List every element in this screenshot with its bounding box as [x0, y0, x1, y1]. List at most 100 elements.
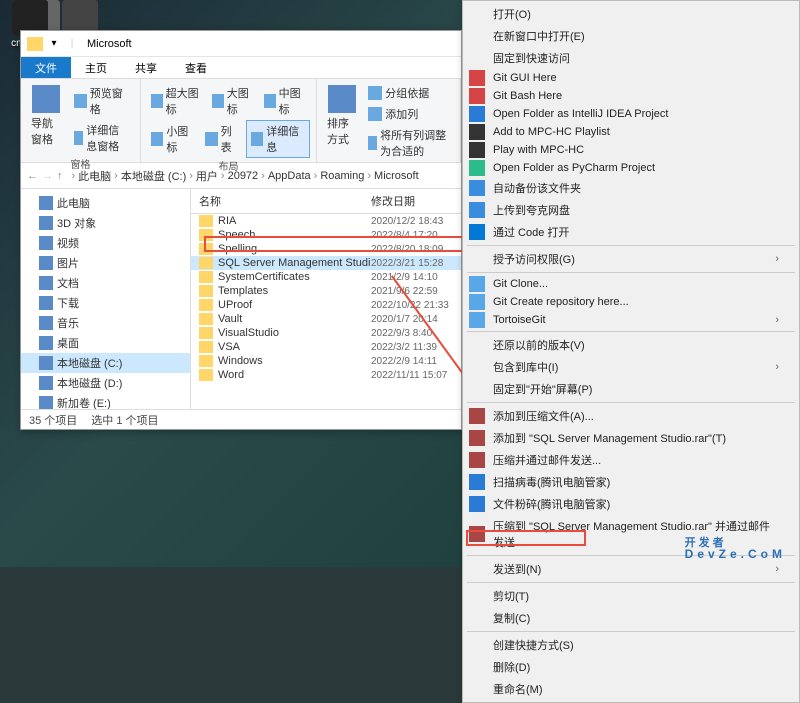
- menu-icon: [469, 106, 485, 122]
- tab-share[interactable]: 共享: [121, 57, 171, 78]
- drive-icon: [39, 196, 53, 210]
- sidebar-item[interactable]: 3D 对象: [21, 213, 190, 233]
- sidebar-item[interactable]: 桌面: [21, 333, 190, 353]
- menu-item[interactable]: TortoiseGit›: [463, 311, 799, 329]
- menu-item[interactable]: Git GUI Here: [463, 69, 799, 87]
- vbar-icon: |: [65, 37, 79, 51]
- sidebar-item[interactable]: 此电脑: [21, 193, 190, 213]
- menu-item[interactable]: Play with MPC-HC: [463, 141, 799, 159]
- menu-item[interactable]: Open Folder as PyCharm Project: [463, 159, 799, 177]
- table-row[interactable]: SystemCertificates2021/2/9 14:10: [191, 270, 461, 284]
- menu-item[interactable]: 创建快捷方式(S): [463, 634, 799, 656]
- groupby-button[interactable]: 分组依据: [364, 83, 454, 103]
- menu-item[interactable]: 剪切(T): [463, 585, 799, 607]
- menu-item[interactable]: 扫描病毒(腾讯电脑管家): [463, 471, 799, 493]
- menu-item[interactable]: 包含到库中(I)›: [463, 356, 799, 378]
- table-row[interactable]: VSA2022/3/2 11:39: [191, 340, 461, 354]
- sidebar-item[interactable]: 下载: [21, 293, 190, 313]
- drive-icon: [39, 256, 53, 270]
- folder-icon: [199, 271, 213, 283]
- list-header[interactable]: 名称 修改日期: [191, 189, 461, 214]
- menu-item[interactable]: 重命名(M): [463, 678, 799, 700]
- menu-item[interactable]: 发送到(N)›: [463, 558, 799, 580]
- menu-item[interactable]: Open Folder as IntelliJ IDEA Project: [463, 105, 799, 123]
- status-bar: 35 个项目 选中 1 个项目: [21, 409, 461, 429]
- menu-item[interactable]: 还原以前的版本(V): [463, 334, 799, 356]
- addcol-button[interactable]: 添加列: [364, 104, 454, 124]
- menu-item[interactable]: Git Clone...: [463, 275, 799, 293]
- menu-icon: [469, 526, 485, 542]
- tab-file[interactable]: 文件: [21, 57, 71, 78]
- drive-icon: [39, 236, 53, 250]
- small-icons-button[interactable]: 小图标: [147, 120, 199, 158]
- preview-pane-button[interactable]: 预览窗格: [70, 83, 134, 119]
- menu-item[interactable]: 添加到 "SQL Server Management Studio.rar"(T…: [463, 427, 799, 449]
- menu-icon: [469, 474, 485, 490]
- menu-item[interactable]: 自动备份该文件夹: [463, 177, 799, 199]
- menu-icon: [469, 70, 485, 86]
- table-row[interactable]: VisualStudio2022/9/3 8:40: [191, 326, 461, 340]
- menu-item[interactable]: 删除(D): [463, 656, 799, 678]
- sort-button[interactable]: 排序方式: [323, 83, 360, 161]
- menu-icon: [469, 496, 485, 512]
- menu-item[interactable]: Add to MPC-HC Playlist: [463, 123, 799, 141]
- menu-icon: [469, 180, 485, 196]
- sidebar-item[interactable]: 图片: [21, 253, 190, 273]
- menu-item[interactable]: 复制(C): [463, 607, 799, 629]
- tab-view[interactable]: 查看: [171, 57, 221, 78]
- drive-icon: [39, 356, 53, 370]
- menu-item[interactable]: 上传到夸克网盘: [463, 199, 799, 221]
- menu-icon: [469, 276, 485, 292]
- table-row[interactable]: Word2022/11/11 15:07: [191, 368, 461, 382]
- menu-item[interactable]: 压缩并通过邮件发送...: [463, 449, 799, 471]
- down-icon[interactable]: ▾: [47, 37, 61, 51]
- table-row[interactable]: Vault2020/1/7 20:14: [191, 312, 461, 326]
- menu-item[interactable]: 打开(O): [463, 3, 799, 25]
- back-icon[interactable]: ←: [27, 170, 38, 182]
- menu-icon: [469, 142, 485, 158]
- menu-item[interactable]: 固定到快速访问: [463, 47, 799, 69]
- sidebar-item[interactable]: 视频: [21, 233, 190, 253]
- table-row[interactable]: Speech2022/8/4 17:20: [191, 228, 461, 242]
- menu-item[interactable]: 文件粉碎(腾讯电脑管家): [463, 493, 799, 515]
- item-count: 35 个项目: [29, 412, 77, 428]
- table-row[interactable]: Windows2022/2/9 14:11: [191, 354, 461, 368]
- table-row[interactable]: Spelling2022/8/20 18:09: [191, 242, 461, 256]
- menu-item[interactable]: 通过 Code 打开: [463, 221, 799, 243]
- details-button[interactable]: 详细信息: [246, 120, 310, 158]
- sidebar-item[interactable]: 本地磁盘 (D:): [21, 373, 190, 393]
- explorer-window: ▾ | Microsoft 文件 主页 共享 查看 导航窗格 预览窗格 详细信息…: [20, 30, 462, 430]
- table-row[interactable]: SQL Server Management Studio2022/3/21 15…: [191, 256, 461, 270]
- drive-icon: [39, 276, 53, 290]
- menu-icon: [469, 452, 485, 468]
- menu-item[interactable]: Git Create repository here...: [463, 293, 799, 311]
- nav-pane-button[interactable]: 导航窗格: [27, 83, 66, 156]
- sidebar-item[interactable]: 文档: [21, 273, 190, 293]
- sidebar-item[interactable]: 本地磁盘 (C:): [21, 353, 190, 373]
- table-row[interactable]: UProof2022/10/22 21:33: [191, 298, 461, 312]
- folder-icon: [199, 341, 213, 353]
- menubar: 文件 主页 共享 查看: [21, 57, 461, 79]
- up-icon[interactable]: ↑: [57, 170, 63, 182]
- xlarge-icons-button[interactable]: 超大图标: [147, 83, 206, 119]
- menu-icon: [469, 430, 485, 446]
- menu-item[interactable]: 授予访问权限(G)›: [463, 248, 799, 270]
- menu-icon: [469, 124, 485, 140]
- tab-home[interactable]: 主页: [71, 57, 121, 78]
- menu-item[interactable]: 添加到压缩文件(A)...: [463, 405, 799, 427]
- fitcol-button[interactable]: 将所有列调整为合适的: [364, 125, 454, 161]
- sidebar-item[interactable]: 音乐: [21, 313, 190, 333]
- table-row[interactable]: RIA2020/12/2 18:43: [191, 214, 461, 228]
- fwd-icon[interactable]: →: [42, 170, 53, 182]
- table-row[interactable]: Templates2021/9/6 22:59: [191, 284, 461, 298]
- list-button[interactable]: 列表: [201, 120, 244, 158]
- large-icons-button[interactable]: 大图标: [208, 83, 258, 119]
- med-icons-button[interactable]: 中图标: [260, 83, 310, 119]
- menu-item[interactable]: Git Bash Here: [463, 87, 799, 105]
- details-pane-button[interactable]: 详细信息窗格: [70, 120, 134, 156]
- menu-icon: [469, 202, 485, 218]
- menu-item[interactable]: 在新窗口中打开(E): [463, 25, 799, 47]
- folder-icon: [199, 313, 213, 325]
- context-menu: 打开(O)在新窗口中打开(E)固定到快速访问Git GUI HereGit Ba…: [462, 0, 800, 703]
- menu-item[interactable]: 固定到"开始"屏幕(P): [463, 378, 799, 400]
